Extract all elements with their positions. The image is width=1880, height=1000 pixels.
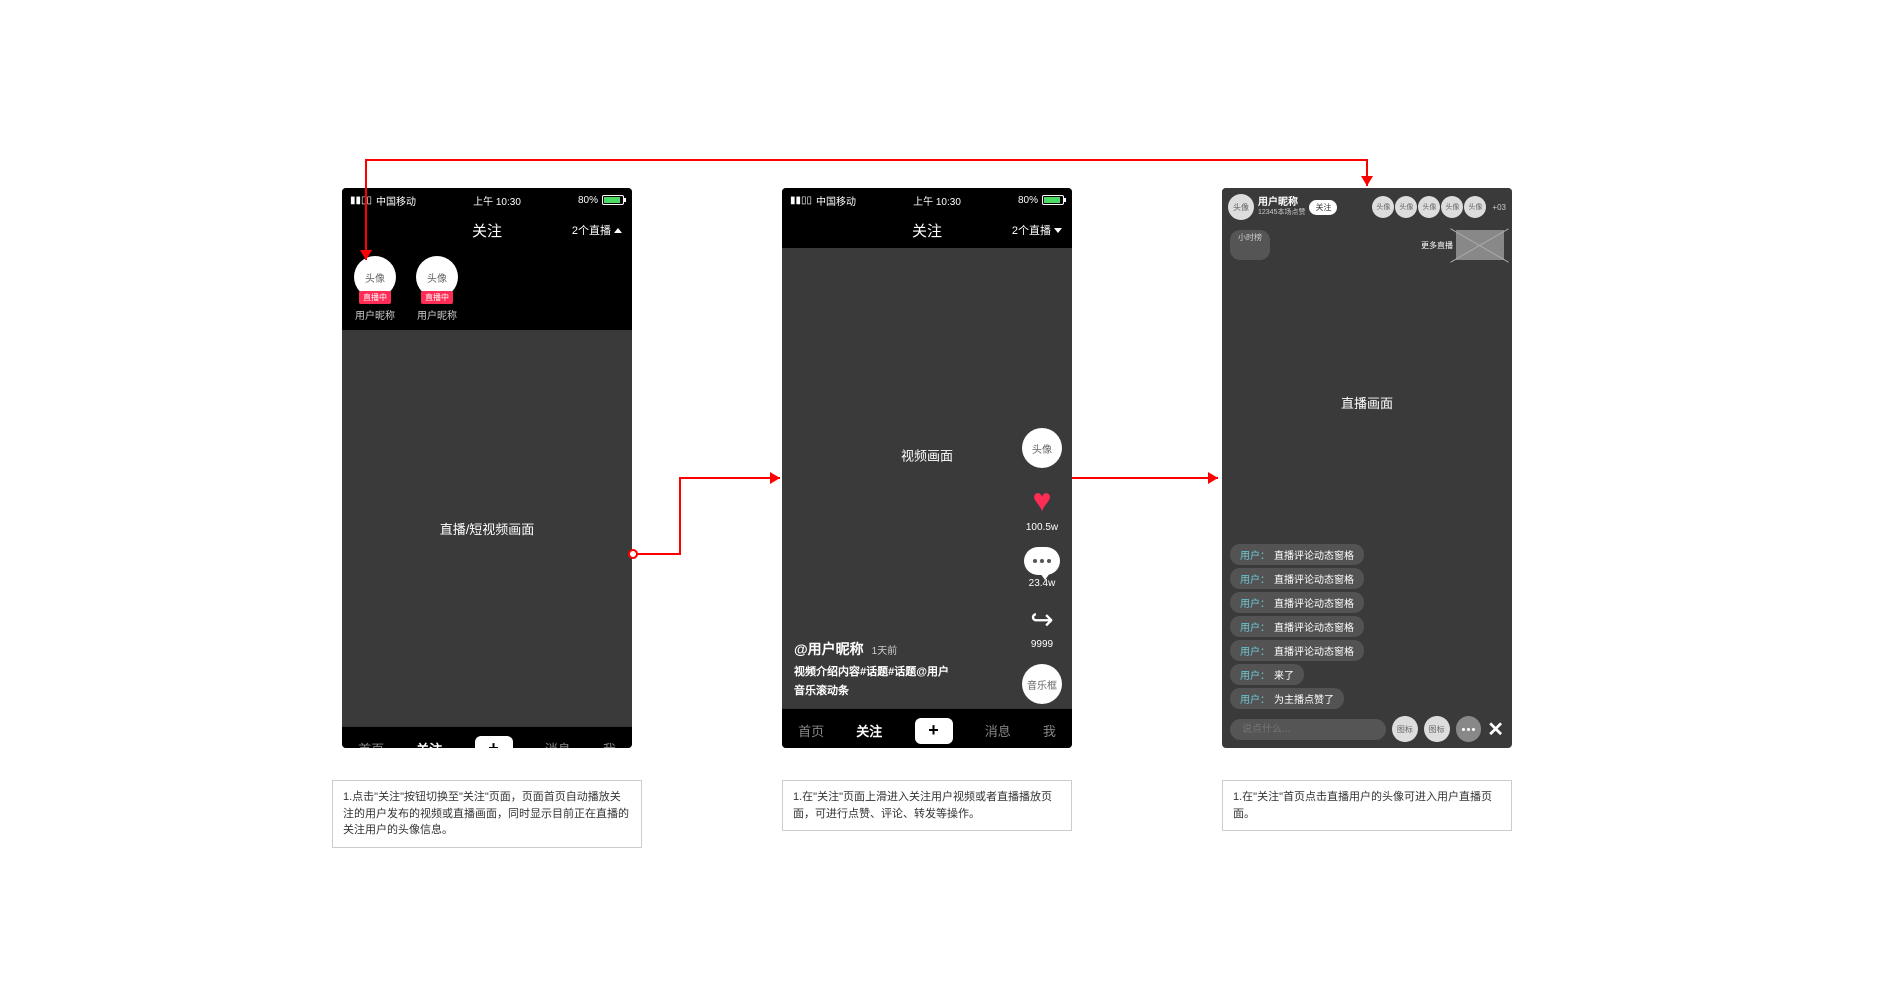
add-button[interactable]: + — [475, 736, 513, 749]
phone-3: 头像 用户昵称 12345本场点赞 关注 头像 头像 头像 头像 头像 +03 … — [1222, 188, 1512, 748]
live-badge: 直播中 — [359, 291, 391, 304]
live-comment-line: 用户：直播评论动态窗格 — [1230, 568, 1364, 589]
more-button[interactable] — [1456, 716, 1482, 742]
viewer-list: 头像 头像 头像 头像 头像 — [1372, 196, 1486, 218]
host-avatar[interactable]: 头像 — [1228, 194, 1254, 220]
video-info: @用户昵称 1天前 视频介绍内容#话题#话题@用户 音乐滚动条 — [794, 639, 1060, 698]
annotation-3: 1.在"关注"首页点击直播用户的头像可进入用户直播页面。 — [1222, 780, 1512, 831]
sub-header: 小时榜 更多直播 — [1222, 226, 1512, 264]
live-comment-line: 用户：直播评论动态窗格 — [1230, 544, 1364, 565]
nav-title: 关注 — [912, 220, 942, 241]
add-button[interactable]: + — [915, 718, 953, 744]
viewer-count: +03 — [1492, 203, 1506, 212]
chevron-up-icon — [614, 228, 622, 233]
like-count: 100.5w — [1026, 522, 1058, 533]
tab-message[interactable]: 消息 — [985, 721, 1011, 740]
avatar[interactable]: 头像直播中 — [416, 256, 458, 298]
time-ago: 1天前 — [872, 642, 898, 657]
nav-title: 关注 — [472, 220, 502, 241]
viewer-avatar[interactable]: 头像 — [1395, 196, 1417, 218]
live-avatar-item[interactable]: 头像直播中 用户昵称 — [416, 256, 458, 322]
live-comment-line: 用户：直播评论动态窗格 — [1230, 640, 1364, 661]
input-row: 图标 图标 ✕ — [1222, 710, 1512, 748]
tab-home[interactable]: 首页 — [358, 739, 384, 748]
viewer-avatar[interactable]: 头像 — [1464, 196, 1486, 218]
live-video-area[interactable]: 直播画面 — [1222, 264, 1512, 540]
video-area[interactable]: 视频画面 头像 ♥ 100.5w 23.4w ↪ 9999 音乐框 @用户昵称 … — [782, 248, 1072, 708]
host-name: 用户昵称 — [1258, 197, 1305, 209]
thumbnail-placeholder — [1456, 230, 1504, 260]
tab-bar: 首页 关注 + 消息 我 — [342, 726, 632, 748]
live-badge: 直播中 — [421, 291, 453, 304]
live-header: 头像 用户昵称 12345本场点赞 关注 头像 头像 头像 头像 头像 +03 — [1222, 188, 1512, 226]
host-likes: 12345本场点赞 — [1258, 209, 1305, 217]
avatar[interactable]: 头像直播中 — [354, 256, 396, 298]
tab-bar: 首页 关注 + 消息 我 — [782, 708, 1072, 748]
viewer-avatar[interactable]: 头像 — [1418, 196, 1440, 218]
tab-message[interactable]: 消息 — [545, 739, 571, 748]
tab-follow[interactable]: 关注 — [856, 721, 882, 740]
uploader-avatar[interactable]: 头像 — [1022, 428, 1062, 468]
annotation-1: 1.点击"关注"按钮切换至"关注"页面，页面首页自动播放关注的用户发布的视频或直… — [332, 780, 642, 848]
viewer-avatar[interactable]: 头像 — [1441, 196, 1463, 218]
chevron-down-icon — [1054, 228, 1062, 233]
status-bar: ▮▮▯▯中国移动 上午 10:30 80% — [342, 188, 632, 212]
live-count-button[interactable]: 2个直播 — [1012, 222, 1062, 238]
close-icon[interactable]: ✕ — [1487, 717, 1504, 742]
comment-input[interactable] — [1230, 719, 1386, 740]
share-button[interactable]: ↪ — [1030, 603, 1053, 636]
live-comment-line: 用户：来了 — [1230, 664, 1304, 685]
follow-button[interactable]: 关注 — [1309, 200, 1337, 215]
live-count-button[interactable]: 2个直播 — [572, 222, 622, 238]
tab-me[interactable]: 我 — [603, 739, 616, 748]
comment-button[interactable] — [1024, 547, 1060, 575]
viewer-avatar[interactable]: 头像 — [1372, 196, 1394, 218]
action-icon-2[interactable]: 图标 — [1424, 716, 1450, 742]
nav-bar: 关注 2个直播 — [342, 212, 632, 248]
nav-bar: 关注 2个直播 — [782, 212, 1072, 248]
phone-2: ▮▮▯▯中国移动 上午 10:30 80% 关注 2个直播 视频画面 头像 ♥ … — [782, 188, 1072, 748]
annotation-2: 1.在"关注"页面上滑进入关注用户视频或者直播播放页面，可进行点赞、评论、转发等… — [782, 780, 1072, 831]
connector-dot — [628, 549, 638, 559]
tab-follow[interactable]: 关注 — [416, 739, 442, 748]
status-bar: ▮▮▯▯中国移动 上午 10:30 80% — [782, 188, 1072, 212]
video-area[interactable]: 直播/短视频画面 — [342, 330, 632, 726]
leaderboard-pill[interactable]: 小时榜 — [1230, 230, 1270, 260]
more-live-button[interactable]: 更多直播 — [1421, 230, 1504, 260]
live-comment-line: 用户：直播评论动态窗格 — [1230, 592, 1364, 613]
music-text[interactable]: 音乐滚动条 — [794, 682, 1060, 698]
tab-me[interactable]: 我 — [1043, 721, 1056, 740]
live-comments: 用户：直播评论动态窗格用户：直播评论动态窗格用户：直播评论动态窗格用户：直播评论… — [1222, 540, 1512, 710]
action-icon-1[interactable]: 图标 — [1392, 716, 1418, 742]
tab-home[interactable]: 首页 — [798, 721, 824, 740]
live-comment-line: 用户：直播评论动态窗格 — [1230, 616, 1364, 637]
live-avatar-row: 头像直播中 用户昵称 头像直播中 用户昵称 — [342, 248, 632, 330]
username[interactable]: @用户昵称 — [794, 639, 864, 659]
live-comment-line: 用户：为主播点赞了 — [1230, 688, 1344, 709]
phone-1: ▮▮▯▯中国移动 上午 10:30 80% 关注 2个直播 头像直播中 用户昵称… — [342, 188, 632, 748]
video-caption[interactable]: 视频介绍内容#话题#话题@用户 — [794, 663, 1060, 679]
like-button[interactable]: ♥ — [1033, 482, 1052, 519]
live-avatar-item[interactable]: 头像直播中 用户昵称 — [354, 256, 396, 322]
